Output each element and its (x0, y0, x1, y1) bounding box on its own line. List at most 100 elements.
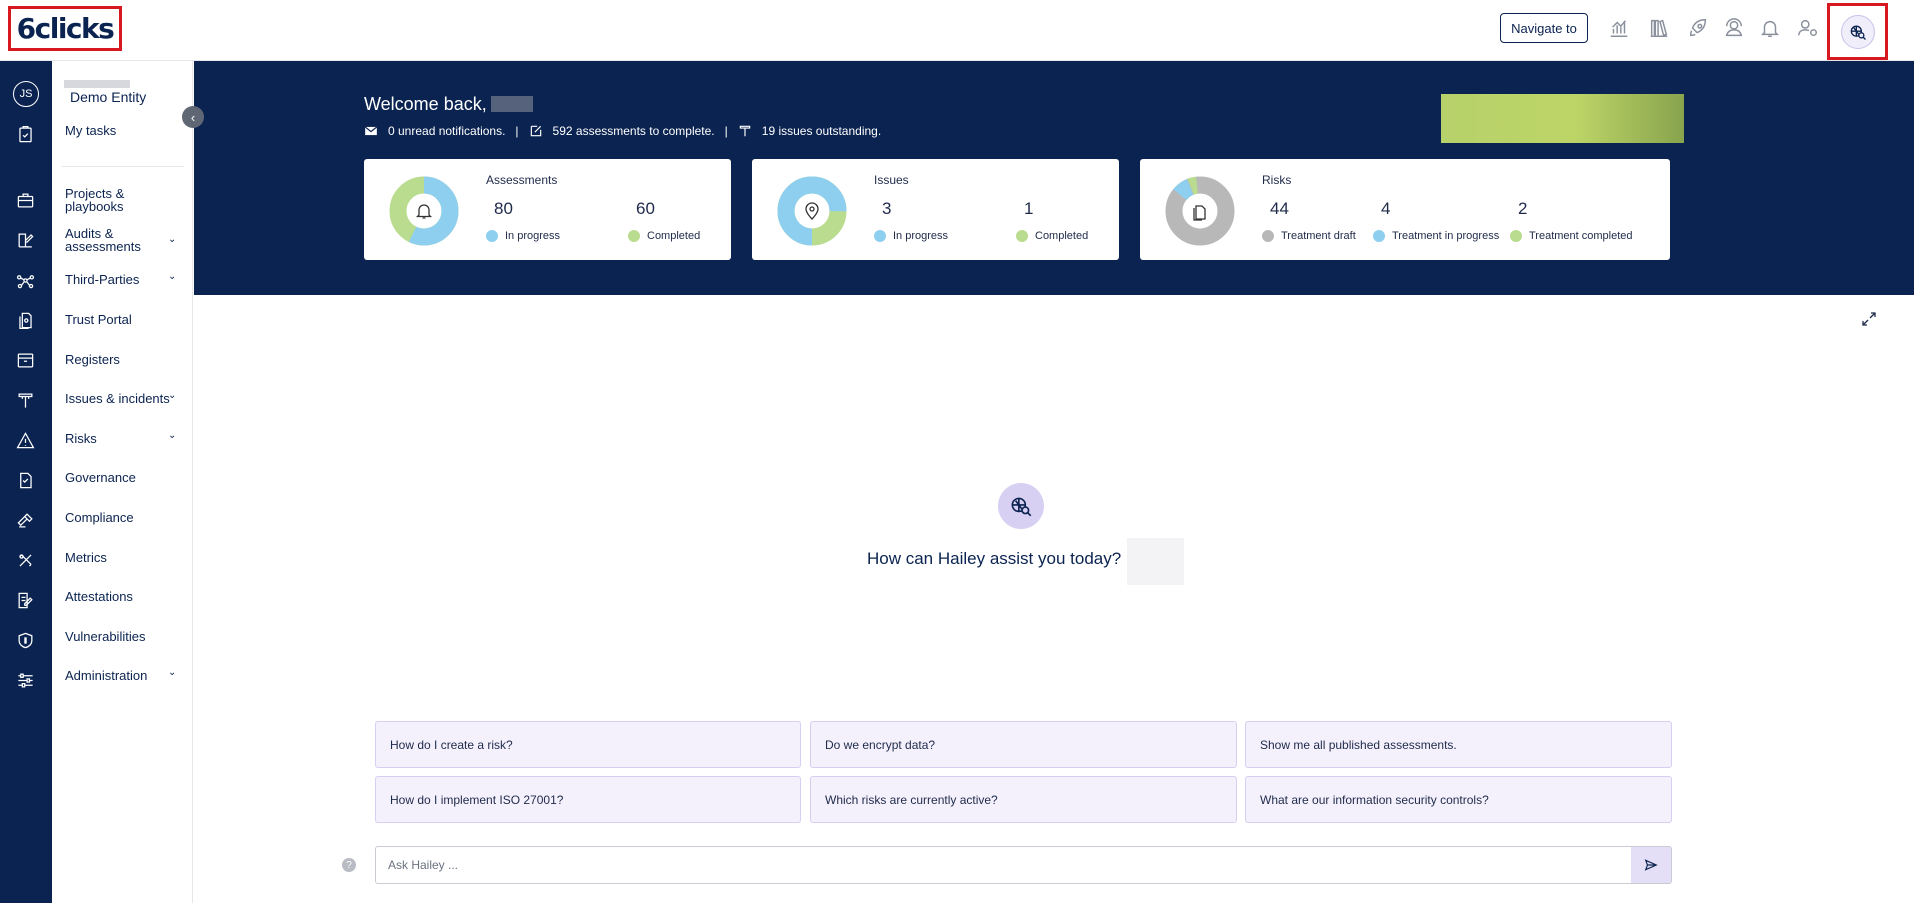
menu-item-administration[interactable]: Administration (65, 669, 147, 682)
briefcase-icon[interactable] (14, 189, 36, 211)
suggestion-button[interactable]: What are our information security contro… (1245, 776, 1672, 823)
logo-text: 6clicks (16, 12, 115, 45)
top-bar: 6clicks Navigate to (0, 0, 1914, 61)
attestation-icon[interactable] (14, 589, 36, 611)
promo-banner[interactable] (1441, 94, 1684, 143)
stat-label-text: In progress (893, 230, 949, 242)
document-icon[interactable] (14, 309, 36, 331)
contact-icon[interactable] (1722, 16, 1746, 40)
suggestion-button[interactable]: How do I create a risk? (375, 721, 801, 768)
stat-label: In progress (874, 230, 948, 242)
card-title: Issues (874, 173, 909, 187)
legend-dot (874, 230, 886, 242)
menu-item-metrics[interactable]: Metrics (65, 551, 107, 564)
welcome-heading: Welcome back, (364, 94, 533, 115)
chevron-down-icon[interactable]: ⌄ (168, 390, 176, 401)
issues-card[interactable]: Issues 3 In progress 1 Completed (752, 159, 1119, 260)
help-icon[interactable]: ? (342, 858, 356, 872)
assistant-prompt: How can Hailey assist you today? (867, 549, 1122, 568)
separator: | (724, 124, 728, 138)
network-icon[interactable] (14, 269, 36, 291)
legend-dot (1262, 230, 1274, 242)
warning-icon[interactable] (14, 429, 36, 451)
separator: | (515, 124, 519, 138)
chevron-down-icon[interactable]: ⌄ (168, 430, 176, 441)
collapse-menu-button[interactable]: ‹ (182, 106, 204, 128)
stat-label-text: In progress (505, 230, 561, 242)
analytics-icon[interactable] (1607, 16, 1631, 40)
compliance-icon[interactable] (14, 509, 36, 531)
menu-item-audits[interactable]: Audits & assessments (65, 227, 145, 253)
suggestion-button[interactable]: How do I implement ISO 27001? (375, 776, 801, 823)
stat-label: In progress (486, 230, 560, 242)
register-icon[interactable] (14, 349, 36, 371)
expand-icon[interactable] (1861, 311, 1877, 327)
menu-item-governance[interactable]: Governance (65, 471, 136, 484)
tools-icon[interactable] (14, 389, 36, 411)
assessments-card[interactable]: Assessments 80 In progress 60 Completed (364, 159, 731, 260)
entity-name[interactable]: Demo Entity (70, 89, 146, 105)
mail-icon (364, 124, 378, 138)
stat-label-text: Treatment in progress (1392, 230, 1500, 242)
menu-divider (62, 166, 184, 167)
menu-item-vulnerabilities[interactable]: Vulnerabilities (65, 630, 145, 643)
summary-line: 0 unread notifications. | 592 assessment… (364, 124, 881, 138)
risks-donut (1165, 176, 1235, 246)
menu-item-issues[interactable]: Issues & incidents (65, 392, 170, 405)
hailey-logo-icon (998, 483, 1044, 529)
risks-card[interactable]: Risks 44 Treatment draft 4 Treatment in … (1140, 159, 1670, 260)
stat-value: 2 (1518, 199, 1528, 218)
tasks-icon[interactable] (14, 123, 36, 145)
suggestion-button[interactable]: Show me all published assessments. (1245, 721, 1672, 768)
menu-item-third-parties[interactable]: Third-Parties (65, 273, 139, 286)
notifications-text[interactable]: 0 unread notifications. (388, 124, 505, 138)
card-title: Risks (1262, 173, 1292, 187)
sliders-icon[interactable] (14, 669, 36, 691)
rocket-icon[interactable] (1686, 16, 1710, 40)
menu-item-trust-portal[interactable]: Trust Portal (65, 313, 132, 326)
stat-label: Treatment completed (1510, 230, 1633, 242)
send-button[interactable] (1631, 846, 1672, 884)
tools-icon (738, 124, 752, 138)
hailey-icon (1840, 14, 1875, 49)
menu-item-attestations[interactable]: Attestations (65, 590, 133, 603)
shield-icon[interactable] (14, 629, 36, 651)
card-title: Assessments (486, 173, 558, 187)
stat-label: Treatment draft (1262, 230, 1356, 242)
hailey-button[interactable] (1827, 3, 1888, 60)
user-name-redacted (490, 96, 533, 112)
chevron-down-icon[interactable]: ⌄ (168, 667, 176, 678)
issues-outstanding-text[interactable]: 19 issues outstanding. (762, 124, 881, 138)
stat-label-text: Treatment completed (1529, 230, 1633, 242)
menu-item-projects[interactable]: Projects & playbooks (65, 187, 137, 213)
menu-item-risks[interactable]: Risks (65, 432, 97, 445)
edit-icon[interactable] (14, 229, 36, 251)
navigate-to-button[interactable]: Navigate to (1500, 13, 1588, 43)
stat-label: Treatment in progress (1373, 230, 1499, 242)
assistant-placeholder-box (1127, 538, 1184, 585)
chevron-down-icon[interactable]: ⌄ (168, 234, 176, 245)
stat-value: 1 (1024, 199, 1034, 218)
suggestion-button[interactable]: Which risks are currently active? (810, 776, 1237, 823)
legend-dot (1373, 230, 1385, 242)
user-settings-icon[interactable] (1796, 16, 1820, 40)
welcome-banner: Welcome back, 0 unread notifications. | … (194, 61, 1914, 295)
menu-item-registers[interactable]: Registers (65, 353, 120, 366)
assessments-to-complete-text[interactable]: 592 assessments to complete. (553, 124, 715, 138)
governance-icon[interactable] (14, 469, 36, 491)
suggestion-button[interactable]: Do we encrypt data? (810, 721, 1237, 768)
stat-value: 3 (882, 199, 892, 218)
ask-hailey-input[interactable] (375, 846, 1632, 884)
menu-item-my-tasks[interactable]: My tasks (65, 124, 116, 137)
avatar[interactable]: JS (13, 81, 39, 107)
stat-label-text: Completed (647, 230, 701, 242)
legend-dot (628, 230, 640, 242)
metrics-icon[interactable] (14, 549, 36, 571)
logo[interactable]: 6clicks (8, 6, 122, 51)
bell-icon[interactable] (1758, 16, 1782, 40)
menu-item-compliance[interactable]: Compliance (65, 511, 134, 524)
library-icon[interactable] (1647, 16, 1671, 40)
chevron-down-icon[interactable]: ⌄ (168, 271, 176, 282)
welcome-text: Welcome back, (364, 94, 487, 114)
stat-label: Completed (1016, 230, 1088, 242)
